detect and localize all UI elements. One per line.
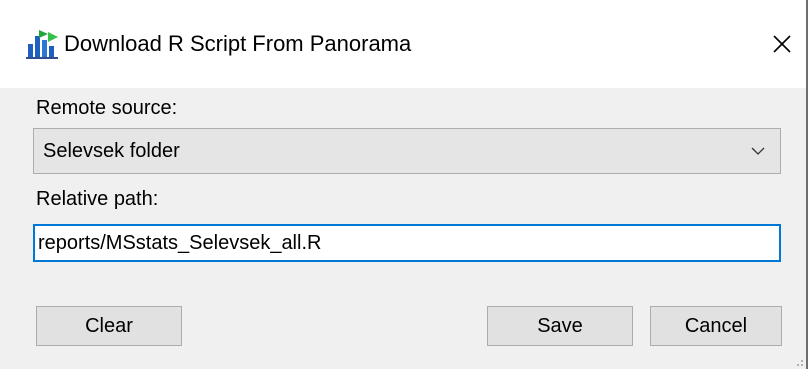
dialog-title: Download R Script From Panorama — [64, 31, 412, 56]
chevron-down-icon — [751, 147, 765, 155]
panorama-app-icon — [26, 30, 58, 59]
resize-grip-icon[interactable] — [792, 355, 804, 367]
remote-source-label: Remote source: — [36, 97, 178, 119]
close-icon[interactable] — [760, 22, 804, 66]
download-r-script-dialog: Download R Script From Panorama Remote s… — [0, 0, 808, 369]
remote-source-dropdown[interactable]: Selevsek folder — [33, 128, 781, 174]
clear-button[interactable]: Clear — [36, 306, 182, 346]
relative-path-input[interactable] — [33, 224, 781, 262]
relative-path-label: Relative path: — [36, 188, 159, 210]
cancel-button[interactable]: Cancel — [650, 306, 782, 346]
remote-source-selected-value: Selevsek folder — [43, 140, 180, 162]
save-button[interactable]: Save — [487, 306, 633, 346]
dialog-body: Remote source: Selevsek folder Relative … — [0, 88, 806, 369]
title-bar: Download R Script From Panorama — [0, 0, 806, 88]
